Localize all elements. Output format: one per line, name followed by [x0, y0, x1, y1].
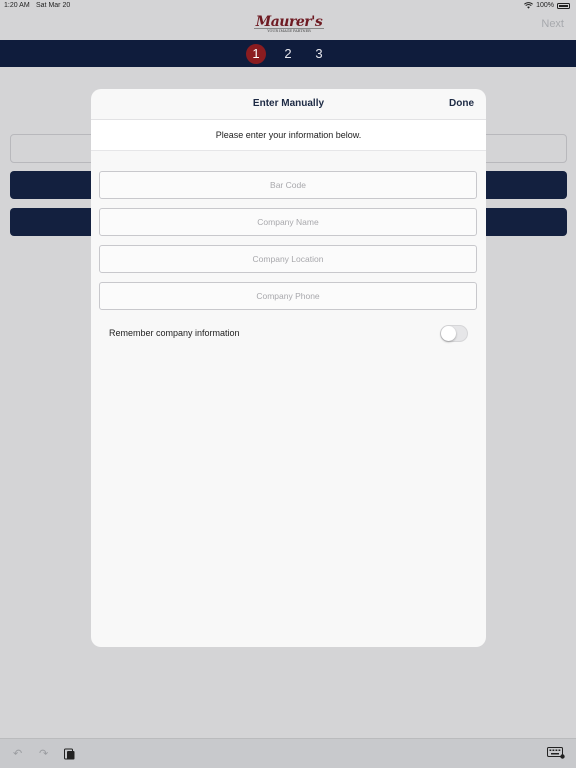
status-time: 1:20 AM: [4, 2, 30, 9]
redo-icon[interactable]: ↷: [39, 747, 48, 761]
step-3: 3: [315, 46, 323, 61]
logo-text: Maurer's: [255, 14, 323, 30]
battery-icon: [557, 2, 570, 9]
instructions-text: Please enter your information below.: [215, 130, 362, 140]
undo-icon[interactable]: ↶: [13, 747, 22, 761]
keyboard-icon[interactable]: [547, 747, 565, 763]
nav-bar: Maurer's YOUR IMAGE PARTNER Next: [0, 13, 576, 40]
remember-company-toggle[interactable]: [440, 325, 468, 342]
company-name-field[interactable]: Company Name: [99, 208, 477, 236]
status-indicators: 100%: [524, 2, 570, 9]
company-logo: Maurer's YOUR IMAGE PARTNER: [254, 14, 324, 33]
next-button[interactable]: Next: [541, 18, 564, 30]
keyboard-shortcut-bar: ↶ ↷: [0, 738, 576, 768]
company-phone-field[interactable]: Company Phone: [99, 282, 477, 310]
modal-header: Enter Manually Done: [91, 89, 486, 120]
paste-icon[interactable]: [64, 747, 75, 764]
step-2: 2: [284, 46, 292, 61]
enter-manually-modal: Enter Manually Done Please enter your in…: [91, 89, 486, 647]
remember-company-label: Remember company information: [109, 328, 240, 338]
wifi-icon: [524, 2, 534, 9]
battery-percent: 100%: [536, 2, 554, 9]
modal-title: Enter Manually: [252, 98, 325, 109]
status-date: Sat Mar 20: [36, 2, 71, 9]
step-indicator: 1 2 3: [0, 40, 576, 67]
status-bar: 1:20 AM Sat Mar 20 100%: [0, 0, 576, 13]
toggle-knob: [441, 326, 456, 341]
bar-code-field[interactable]: Bar Code: [99, 171, 477, 199]
company-location-field[interactable]: Company Location: [99, 245, 477, 273]
done-button[interactable]: Done: [449, 98, 474, 109]
instructions-row: Please enter your information below.: [91, 120, 486, 151]
step-1: 1: [246, 44, 266, 64]
